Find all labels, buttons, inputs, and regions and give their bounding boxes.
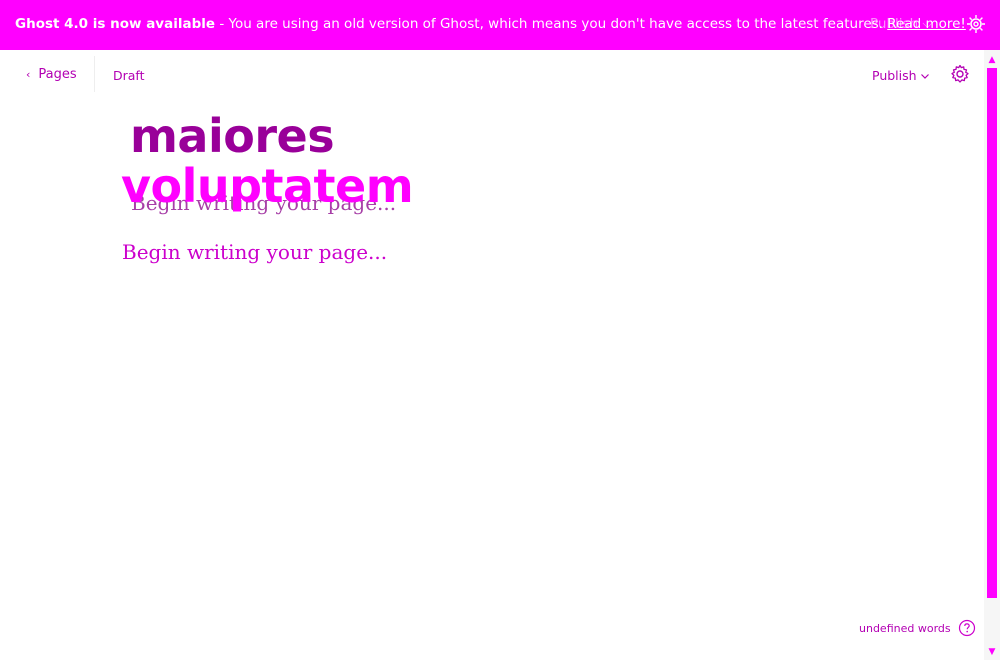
banner-ghost-publish: Publish ⌵ [870,16,933,32]
word-count: undefined words [859,622,951,635]
back-to-pages-link[interactable]: ‹ Pages [26,67,77,82]
body-editor-placeholder[interactable]: Begin writing your page... [122,240,387,264]
chevron-down-icon [920,73,929,79]
back-label: Pages [38,67,77,82]
banner-ghost-publish-label: Publish [870,16,919,32]
settings-button[interactable] [950,64,970,84]
editor-scrollbar[interactable]: ▲ ▼ [984,50,1000,660]
banner-headline: Ghost 4.0 is now available [15,16,216,32]
page-title-line-2[interactable]: voluptatem [121,163,414,209]
chevron-down-icon: ⌵ [922,16,933,32]
editor-header: ‹ Pages Draft Publish [0,50,984,98]
close-icon[interactable] [965,13,987,35]
post-status: Draft [113,68,145,83]
help-button[interactable] [958,619,976,637]
publish-button[interactable]: Publish [872,68,930,83]
scroll-down-arrow-icon[interactable]: ▼ [987,647,997,657]
header-divider [94,56,95,92]
upgrade-banner: Ghost 4.0 is now available - You are usi… [0,0,1000,50]
chevron-left-icon: ‹ [26,68,31,81]
scroll-up-arrow-icon[interactable]: ▲ [987,55,997,65]
question-icon [958,619,976,637]
gear-icon [951,64,969,83]
banner-dash: - [215,16,229,32]
scrollbar-thumb[interactable] [987,68,997,598]
banner-text: You are using an old version of Ghost, w… [228,16,888,32]
publish-label: Publish [872,68,917,83]
banner-message: Ghost 4.0 is now available - You are usi… [15,16,966,32]
page-title-line-1[interactable]: maiores [130,113,335,159]
